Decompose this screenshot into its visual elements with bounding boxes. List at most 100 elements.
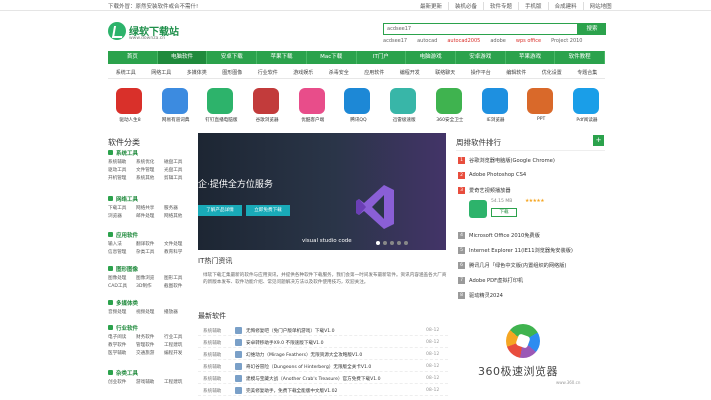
- app-tile[interactable]: 谷歌浏览器: [245, 86, 285, 134]
- category-group-title[interactable]: 网络工具: [108, 195, 193, 203]
- search-input[interactable]: acdsee17: [383, 23, 578, 35]
- category-link[interactable]: 游戏辅助: [136, 379, 164, 385]
- ranking-more-button[interactable]: +: [593, 135, 604, 146]
- subnav-item[interactable]: 优化设置: [534, 67, 570, 78]
- app-tile[interactable]: 网易有道词典: [154, 86, 194, 134]
- nav-item-android-games[interactable]: 安卓游戏: [456, 51, 506, 64]
- hot-keyword[interactable]: wps office: [516, 38, 541, 44]
- category-link[interactable]: 网络共享: [136, 205, 164, 211]
- category-link[interactable]: 3D制作: [136, 283, 164, 289]
- nav-item-mac[interactable]: Mac下载: [307, 51, 357, 64]
- category-link[interactable]: 系统辅助: [108, 159, 136, 165]
- list-item[interactable]: 系统辅助 建模与宝藏大战（Another Crab's Treasure）官方免费…: [198, 374, 448, 384]
- app-tile[interactable]: 优酷客户端: [291, 86, 331, 134]
- ranking-item-title[interactable]: 腾讯几月「绿色中文版(内置组织的网络版): [469, 262, 566, 269]
- top-link-essentials[interactable]: 装机必备: [448, 2, 483, 10]
- category-link[interactable]: 图像浏览: [136, 275, 164, 281]
- nav-item-android[interactable]: 安卓下载: [207, 51, 258, 64]
- hero-banner[interactable]: 企·提供全方位服务 了解产品详情 立即免费下载 visual studio co…: [198, 133, 446, 250]
- category-link[interactable]: 编程开发: [164, 350, 192, 356]
- category-link[interactable]: 创业软件: [108, 379, 136, 385]
- top-link-mobile[interactable]: 手机版: [518, 2, 548, 10]
- subnav-item[interactable]: 应用软件: [357, 67, 393, 78]
- category-link[interactable]: 服务器: [164, 205, 192, 211]
- category-link[interactable]: 网络其他: [164, 213, 192, 219]
- category-link[interactable]: 音频处理: [108, 309, 136, 315]
- category-link[interactable]: 播放器: [164, 309, 192, 315]
- category-link[interactable]: CAD工具: [108, 283, 136, 289]
- list-item-category[interactable]: 系统辅助: [203, 352, 221, 358]
- top-link-latest[interactable]: 最新更新: [414, 2, 448, 10]
- app-tile[interactable]: PPT: [519, 86, 559, 134]
- subnav-item[interactable]: 行业软件: [250, 67, 286, 78]
- category-group-title[interactable]: 多媒体类: [108, 299, 193, 307]
- hot-keyword[interactable]: acdsee17: [383, 38, 407, 44]
- list-item[interactable]: 系统辅助 无悔修复吧（免门户版单机游戏）下载V1.0 08-12: [198, 326, 448, 336]
- app-tile[interactable]: 360安全卫士: [428, 86, 468, 134]
- pager-dot[interactable]: [397, 241, 401, 245]
- subnav-item[interactable]: 编辑软件: [499, 67, 535, 78]
- category-link[interactable]: 截图软件: [164, 283, 192, 289]
- category-link[interactable]: 视频处理: [136, 309, 164, 315]
- subnav-item[interactable]: 操作平台: [463, 67, 499, 78]
- list-item-title[interactable]: 幻维动力（Mirage Feathers）无限资源大全攻略版V1.0: [246, 352, 362, 358]
- category-link[interactable]: 管理软件: [136, 342, 164, 348]
- list-item-category[interactable]: 系统辅助: [203, 328, 221, 334]
- ranking-item[interactable]: 6 腾讯几月「绿色中文版(内置组织的网络版): [456, 258, 605, 272]
- ranking-item-title[interactable]: Microsoft Office 2010免费版: [469, 232, 540, 239]
- category-link[interactable]: 杂类工具: [136, 249, 164, 255]
- nav-item-tutorials[interactable]: 软件教程: [555, 51, 606, 64]
- category-link[interactable]: 电子阅读: [108, 334, 136, 340]
- download-button[interactable]: 下载: [491, 208, 517, 217]
- app-tile[interactable]: 迅雷极速版: [382, 86, 422, 134]
- app-tile[interactable]: IE浏览器: [474, 86, 514, 134]
- category-link[interactable]: 图像处理: [108, 275, 136, 281]
- category-group-title[interactable]: 杂类工具: [108, 369, 193, 377]
- category-group-title[interactable]: 系统工具: [108, 149, 193, 157]
- ranking-item[interactable]: 1 谷歌浏览器电脑版(Google Chrome): [456, 153, 605, 167]
- app-tile[interactable]: 驱动人生8: [108, 86, 148, 134]
- pager-dot[interactable]: [390, 241, 394, 245]
- nav-item-it[interactable]: IT门户: [357, 51, 407, 64]
- ranking-item-title[interactable]: Internet Explorer 11(IE11浏览器免安装版): [469, 247, 573, 254]
- category-link[interactable]: 光盘工具: [164, 167, 192, 173]
- category-link[interactable]: 工程建筑: [164, 342, 192, 348]
- ranking-item[interactable]: 3 爱奇艺视频播放器: [456, 183, 605, 197]
- ranking-item[interactable]: 2 Adobe Photoshop CS4: [456, 168, 605, 182]
- pager-dot[interactable]: [376, 241, 380, 245]
- category-link[interactable]: 系统优化: [136, 159, 164, 165]
- subnav-item[interactable]: 游戏娱乐: [286, 67, 322, 78]
- subnav-item[interactable]: 系统工具: [108, 67, 144, 78]
- subnav-item[interactable]: 网络工具: [144, 67, 180, 78]
- list-item-category[interactable]: 系统辅助: [203, 364, 221, 370]
- subnav-item[interactable]: 多媒体类: [179, 67, 215, 78]
- category-link[interactable]: 交通旅游: [136, 350, 164, 356]
- ranking-item-title[interactable]: Adobe PDF虚拟打印机: [469, 277, 523, 284]
- banner-download-button[interactable]: 立即免费下载: [246, 205, 290, 216]
- search-button[interactable]: 搜索: [578, 23, 606, 35]
- category-link[interactable]: 工程建筑: [164, 379, 192, 385]
- pager-dot[interactable]: [383, 241, 387, 245]
- subnav-item[interactable]: 编程开发: [392, 67, 428, 78]
- nav-item-ios[interactable]: 苹果下载: [257, 51, 307, 64]
- ranking-item[interactable]: 7 Adobe PDF虚拟打印机: [456, 273, 605, 287]
- list-item[interactable]: 系统辅助 完美修复助手，免费下载全能版中文版V1.02 08-12: [198, 386, 448, 396]
- top-link-sitemap[interactable]: 网站地图: [582, 2, 618, 10]
- list-item-category[interactable]: 系统辅助: [203, 340, 221, 346]
- category-link[interactable]: 剪辑工具: [164, 175, 192, 181]
- category-link[interactable]: 文件处理: [164, 241, 192, 247]
- list-item-category[interactable]: 系统辅助: [203, 376, 221, 382]
- category-group-title[interactable]: 图形图像: [108, 265, 193, 273]
- category-link[interactable]: 图形工具: [164, 275, 192, 281]
- category-link[interactable]: 翻译软件: [136, 241, 164, 247]
- ranking-item-title[interactable]: Adobe Photoshop CS4: [469, 172, 526, 178]
- category-link[interactable]: 信息管理: [108, 249, 136, 255]
- category-group-title[interactable]: 应用软件: [108, 231, 193, 239]
- nav-item-pc-games[interactable]: 电脑游戏: [406, 51, 456, 64]
- ranking-item-title[interactable]: 驱动精灵2024: [469, 292, 503, 299]
- subnav-item[interactable]: 联络聊天: [428, 67, 464, 78]
- nav-item-pc[interactable]: 电脑软件: [157, 51, 208, 64]
- subnav-item[interactable]: 专题合集: [570, 67, 606, 78]
- site-logo[interactable]: 绿软下载站 www.downza.cn: [108, 22, 179, 46]
- category-link[interactable]: 财务软件: [136, 334, 164, 340]
